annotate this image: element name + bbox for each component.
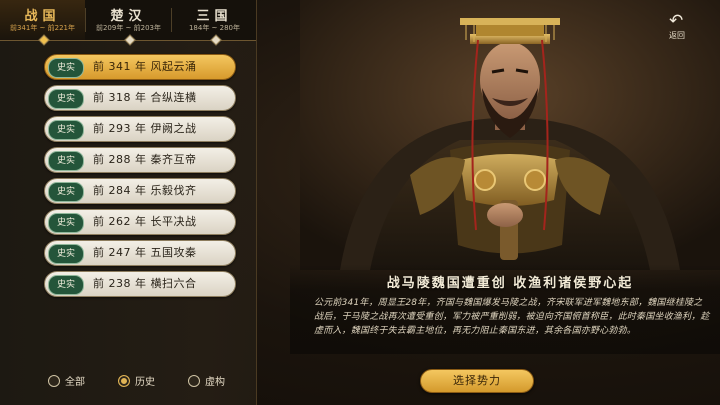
era-name: 三国 [196, 9, 233, 24]
event-item[interactable]: 史实 前 262 年 长平决战 [44, 209, 236, 235]
event-item[interactable]: 史实 前 288 年 秦齐互帝 [44, 147, 236, 173]
emperor-portrait [300, 0, 720, 270]
event-label: 前 284 年 乐毅伐齐 [93, 184, 197, 197]
historical-tag: 史实 [48, 275, 84, 295]
historical-tag: 史实 [48, 213, 84, 233]
diamond-icon [123, 34, 136, 46]
filter-label: 全部 [65, 377, 85, 388]
tab-chu-han[interactable]: 楚汉 前209年 ~ 前203年 [86, 0, 171, 46]
filter-label: 历史 [135, 377, 155, 388]
era-range: 前341年 ~ 前221年 [9, 24, 76, 32]
event-title: 战马陵魏国遭重创 收渔利诸侯野心起 [386, 276, 634, 291]
radio-icon [188, 375, 200, 387]
event-label: 前 318 年 合纵连横 [93, 91, 197, 104]
tab-warring-states[interactable]: 战国 前341年 ~ 前221年 [0, 0, 85, 46]
left-panel: 战国 前341年 ~ 前221年 楚汉 前209年 ~ 前203年 三国 184… [0, 0, 257, 405]
era-tabs: 战国 前341年 ~ 前221年 楚汉 前209年 ~ 前203年 三国 184… [0, 0, 257, 46]
filter-label: 虚构 [205, 377, 225, 388]
return-arrow-icon: ↶ [669, 11, 684, 31]
event-label: 前 293 年 伊阙之战 [93, 122, 197, 135]
tab-three-kingdoms[interactable]: 三国 184年 ~ 280年 [172, 0, 257, 46]
era-range: 前209年 ~ 前203年 [95, 24, 162, 32]
event-item[interactable]: 史实 前 238 年 横扫六合 [44, 271, 236, 297]
event-item[interactable]: 史实 前 284 年 乐毅伐齐 [44, 178, 236, 204]
event-label: 前 238 年 横扫六合 [93, 277, 197, 290]
historical-tag: 史实 [48, 244, 84, 264]
event-label: 前 262 年 长平决战 [93, 215, 197, 228]
event-label: 前 247 年 五国攻秦 [93, 246, 197, 259]
historical-tag: 史实 [48, 58, 84, 78]
event-item[interactable]: 史实 前 293 年 伊阙之战 [44, 116, 236, 142]
event-item[interactable]: 史实 前 318 年 合纵连横 [44, 85, 236, 111]
event-label: 前 288 年 秦齐互帝 [93, 153, 197, 166]
historical-tag: 史实 [48, 182, 84, 202]
return-label: 返回 [669, 31, 685, 40]
era-name: 楚汉 [110, 9, 147, 24]
historical-tag: 史实 [48, 89, 84, 109]
radio-checked-icon [118, 375, 130, 387]
event-description: 公元前341年，周显王28年，齐国与魏国爆发马陵之战，齐宋联军进军魏地东部，魏国… [314, 298, 710, 336]
event-label: 前 341 年 风起云涌 [93, 60, 197, 73]
diamond-icon [37, 34, 50, 46]
return-button[interactable]: ↶ 返回 [662, 12, 692, 42]
event-item[interactable]: 史实 前 247 年 五国攻秦 [44, 240, 236, 266]
screen: 战国 前341年 ~ 前221年 楚汉 前209年 ~ 前203年 三国 184… [0, 0, 720, 405]
era-name: 战国 [24, 9, 61, 24]
radio-icon [48, 375, 60, 387]
era-range: 184年 ~ 280年 [188, 24, 241, 32]
event-item[interactable]: 史实 前 341 年 风起云涌 [44, 54, 236, 80]
diamond-icon [209, 34, 222, 46]
historical-tag: 史实 [48, 151, 84, 171]
historical-tag: 史实 [48, 120, 84, 140]
select-faction-button[interactable]: 选择势力 [420, 369, 534, 393]
